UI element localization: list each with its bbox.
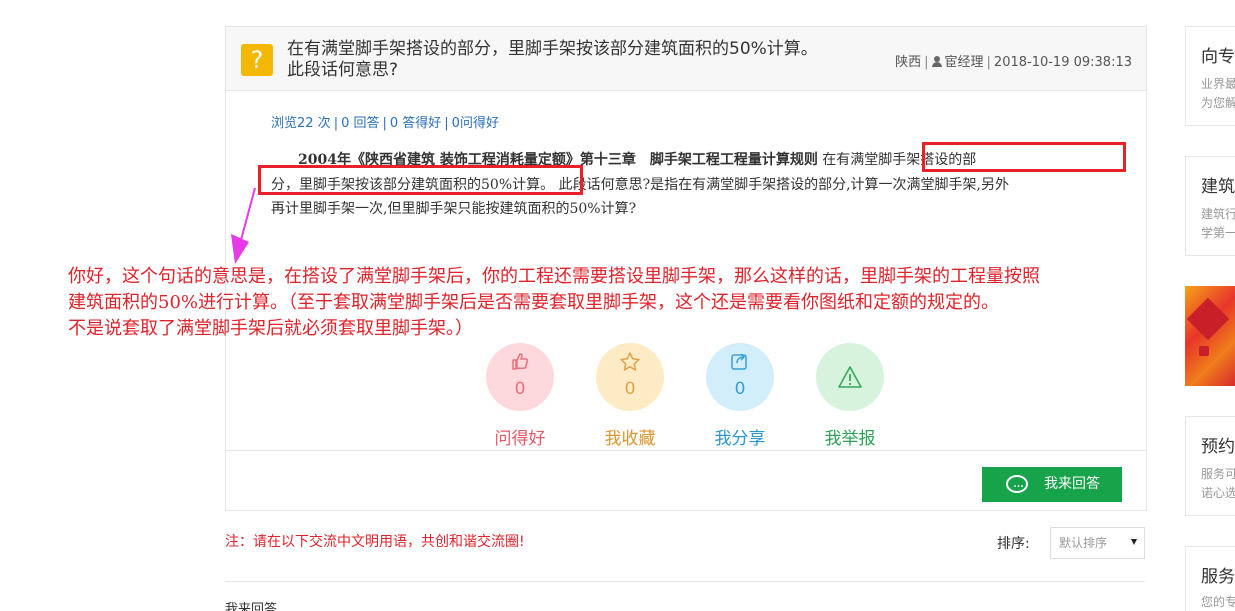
annotation-line1: 你好，这个句话的意思是，在搭设了满堂脚手架后，你的工程还需要搭设里脚手架，那么这…	[68, 266, 1040, 287]
divider	[225, 581, 1145, 582]
author-link[interactable]: 宦经理	[945, 55, 984, 70]
sidebar-card-title: 预约	[1201, 437, 1235, 457]
sidebar-card-appointment[interactable]: 预约 服务可 诺心选	[1185, 416, 1235, 516]
answer-button-label: 我来回答	[1044, 476, 1100, 492]
body-highlight-part1: 在有满堂脚手架搭设的部	[822, 152, 977, 168]
question-datetime: 2018-10-19 09:38:13	[993, 55, 1132, 70]
like-count: 0	[514, 379, 526, 399]
annotation-line2: 建筑面积的50%进行计算。（至于套取满堂脚手架后是否需要套取里脚手架，这个还是需…	[68, 292, 1000, 313]
sort-label: 排序:	[997, 536, 1030, 552]
answers-count: 0 回答	[341, 116, 380, 131]
sidebar-card-title: 建筑	[1201, 177, 1235, 197]
sidebar-card-desc: 服务可	[1201, 467, 1235, 481]
body-bold-text: 2004年《陕西省建筑 装饰工程消耗量定额》第十三章 脚手架工程工程量计算规则	[298, 152, 818, 168]
question-title-line1: 在有满堂脚手架搭设的部分，里脚手架按该部分建筑面积的50%计算。	[287, 39, 818, 59]
question-mark-icon: ?	[241, 44, 273, 76]
sidebar-card-desc: 建筑行	[1201, 207, 1235, 221]
my-answer-heading: 我来回答	[225, 602, 278, 611]
sidebar-card-desc: 为您解	[1201, 96, 1235, 110]
question-actions: 0 问得好 0 我收藏 0 我分享 我举报	[226, 343, 1146, 453]
sort-selected-value: 默认排序	[1059, 536, 1108, 550]
favorite-count: 0	[624, 379, 636, 399]
sidebar-card-desc: 学第一	[1201, 226, 1235, 240]
question-title-line2: 此段话何意思?	[287, 60, 399, 80]
warning-icon	[816, 365, 884, 394]
sidebar-banner-image[interactable]	[1185, 286, 1235, 386]
question-body: 2004年《陕西省建筑 装饰工程消耗量定额》第十三章 脚手架工程工程量计算规则 …	[271, 148, 1121, 222]
user-icon	[931, 56, 942, 67]
sidebar-card-title: 服务	[1201, 567, 1235, 587]
sidebar-card-desc: 业界最	[1201, 77, 1235, 91]
question-meta: 陕西 | 宦经理 | 2018-10-19 09:38:13	[895, 55, 1132, 70]
views-count: 浏览22 次	[271, 116, 331, 131]
sort-select[interactable]: 默认排序	[1050, 527, 1145, 559]
question-title: 在有满堂脚手架搭设的部分，里脚手架按该部分建筑面积的50%计算。 此段话何意思?	[287, 39, 867, 81]
sidebar-card-expert[interactable]: 向专 业界最 为您解	[1185, 26, 1235, 126]
question-footer: 我来回答	[226, 450, 1146, 510]
body-text-line3: 再计里脚手架一次,但里脚手架只能按建筑面积的50%计算?	[271, 201, 637, 217]
region-link[interactable]: 陕西	[895, 55, 921, 70]
chat-bubble-icon	[1006, 470, 1028, 505]
good-answers-count: 0 答得好	[389, 116, 442, 131]
star-icon	[596, 351, 664, 378]
sidebar-card-title: 向专	[1201, 47, 1235, 67]
answer-button[interactable]: 我来回答	[982, 467, 1122, 505]
question-stats: 浏览22 次 | 0 回答 | 0 答得好 | 0问得好	[271, 116, 499, 131]
sidebar-card-desc: 诺心选	[1201, 486, 1235, 500]
like-label: 问得好	[494, 429, 546, 449]
good-questions-count: 0问得好	[451, 116, 499, 131]
report-label: 我举报	[824, 429, 876, 449]
sidebar-card-building[interactable]: 建筑 建筑行 学第一	[1185, 156, 1235, 256]
favorite-action[interactable]: 0 我收藏	[596, 343, 664, 449]
share-action[interactable]: 0 我分享	[706, 343, 774, 449]
sidebar-card-desc: 您的专	[1201, 595, 1235, 609]
annotation-line3: 不是说套取了满堂脚手架后就必须套取里脚手架。）	[68, 318, 473, 339]
etiquette-note: 注：请在以下交流中文明用语，共创和谐交流圈!	[225, 534, 525, 550]
sidebar-card-service[interactable]: 服务 您的专	[1185, 546, 1235, 611]
chevron-down-icon	[1131, 539, 1137, 545]
share-count: 0	[734, 379, 746, 399]
body-highlight-part2: 分，里脚手架按该部分建筑面积的50%计算。	[271, 176, 555, 193]
share-icon	[706, 351, 774, 376]
question-header: ? 在有满堂脚手架搭设的部分，里脚手架按该部分建筑面积的50%计算。 此段话何意…	[226, 27, 1146, 91]
favorite-label: 我收藏	[604, 429, 656, 449]
body-text-line2: 此段话何意思?是指在有满堂脚手架搭设的部分,计算一次满堂脚手架,另外	[558, 176, 1009, 193]
share-label: 我分享	[714, 429, 766, 449]
report-action[interactable]: 我举报	[816, 343, 884, 449]
thumbs-up-icon	[486, 351, 554, 376]
like-action[interactable]: 0 问得好	[486, 343, 554, 449]
annotation-text: 你好，这个句话的意思是，在搭设了满堂脚手架后，你的工程还需要搭设里脚手架，那么这…	[68, 264, 1168, 342]
